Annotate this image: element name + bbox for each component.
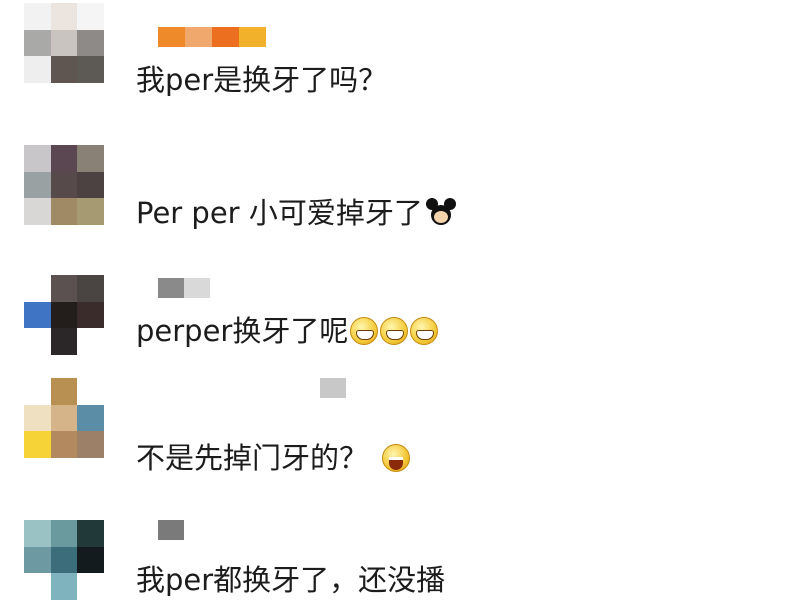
avatar-pixel	[24, 29, 51, 57]
username-redacted[interactable]	[158, 520, 184, 540]
avatar-pixel	[24, 171, 51, 199]
avatar[interactable]	[24, 145, 104, 225]
avatar-pixel	[50, 404, 78, 432]
avatar-pixel	[24, 56, 51, 83]
avatar-pixel	[77, 404, 104, 432]
avatar[interactable]	[24, 378, 104, 458]
avatar[interactable]	[24, 275, 104, 355]
avatar-pixel	[24, 3, 51, 30]
avatar-pixel	[50, 378, 78, 405]
avatar[interactable]	[24, 520, 104, 600]
username-redacted[interactable]	[158, 278, 210, 298]
comment-text: perper换牙了呢	[136, 311, 439, 351]
avatar-pixel	[77, 145, 104, 172]
username-block	[185, 27, 212, 47]
avatar-pixel	[50, 520, 78, 547]
avatar-pixel	[77, 171, 104, 199]
comment-text-content: Per per 小可爱掉牙了	[136, 196, 423, 230]
laugh-icon	[382, 444, 411, 472]
comment-text-content: 我per是换牙了吗？	[136, 63, 388, 97]
comment-item[interactable]: Per per 小可爱掉牙了	[0, 120, 800, 240]
grin-icon	[380, 317, 409, 345]
username-block	[212, 27, 239, 47]
avatar-pixel	[77, 378, 104, 405]
avatar-pixel	[50, 145, 78, 172]
avatar-pixel	[50, 3, 78, 30]
avatar-pixel	[50, 171, 78, 199]
avatar[interactable]	[24, 3, 104, 83]
comment-text: 不是先掉门牙的？	[136, 438, 411, 478]
username-redacted[interactable]	[158, 27, 266, 47]
avatar-pixel	[24, 378, 51, 405]
comment-text: 我per是换牙了吗？	[136, 60, 387, 100]
avatar-pixel	[77, 301, 104, 329]
avatar-pixel	[77, 520, 104, 547]
avatar-pixel	[24, 328, 51, 355]
username-block	[184, 278, 210, 298]
comment-text: 我per都换牙了，还没播	[136, 560, 445, 600]
avatar-pixel	[77, 431, 104, 458]
avatar-pixel	[50, 431, 78, 458]
avatar-pixel	[24, 546, 51, 574]
avatar-pixel	[50, 573, 78, 600]
username-block	[239, 27, 266, 47]
avatar-pixel	[77, 573, 104, 600]
avatar-pixel	[77, 3, 104, 30]
mickey-icon	[425, 198, 457, 228]
avatar-pixel	[24, 431, 51, 458]
comment-text-content: 我per都换牙了，还没播	[136, 563, 446, 597]
grin-icon	[350, 317, 379, 345]
username-block	[158, 27, 185, 47]
avatar-pixel	[24, 404, 51, 432]
avatar-pixel	[77, 546, 104, 574]
avatar-pixel	[77, 328, 104, 355]
avatar-pixel	[50, 56, 78, 83]
avatar-pixel	[24, 275, 51, 302]
avatar-pixel	[50, 301, 78, 329]
username-redacted[interactable]	[320, 378, 346, 398]
username-block	[320, 378, 346, 398]
username-block	[158, 520, 184, 540]
avatar-pixel	[50, 198, 78, 225]
comment-item[interactable]: 我per是换牙了吗？	[0, 0, 800, 120]
comment-item[interactable]: perper换牙了呢	[0, 240, 800, 360]
avatar-pixel	[77, 56, 104, 83]
comment-text: Per per 小可爱掉牙了	[136, 193, 457, 233]
avatar-pixel	[24, 301, 51, 329]
avatar-pixel	[24, 573, 51, 600]
grin-icon	[410, 317, 439, 345]
avatar-pixel	[50, 29, 78, 57]
avatar-pixel	[50, 275, 78, 302]
avatar-pixel	[77, 198, 104, 225]
avatar-pixel	[24, 145, 51, 172]
avatar-pixel	[24, 520, 51, 547]
avatar-pixel	[77, 275, 104, 302]
avatar-pixel	[50, 546, 78, 574]
comment-item[interactable]: 不是先掉门牙的？	[0, 360, 800, 480]
comment-text-content: 不是先掉门牙的？	[136, 441, 369, 475]
avatar-pixel	[50, 328, 78, 355]
comment-item[interactable]: 我per都换牙了，还没播	[0, 480, 800, 600]
username-block	[158, 278, 184, 298]
comment-text-content: perper换牙了呢	[136, 314, 349, 348]
avatar-pixel	[77, 29, 104, 57]
avatar-pixel	[24, 198, 51, 225]
